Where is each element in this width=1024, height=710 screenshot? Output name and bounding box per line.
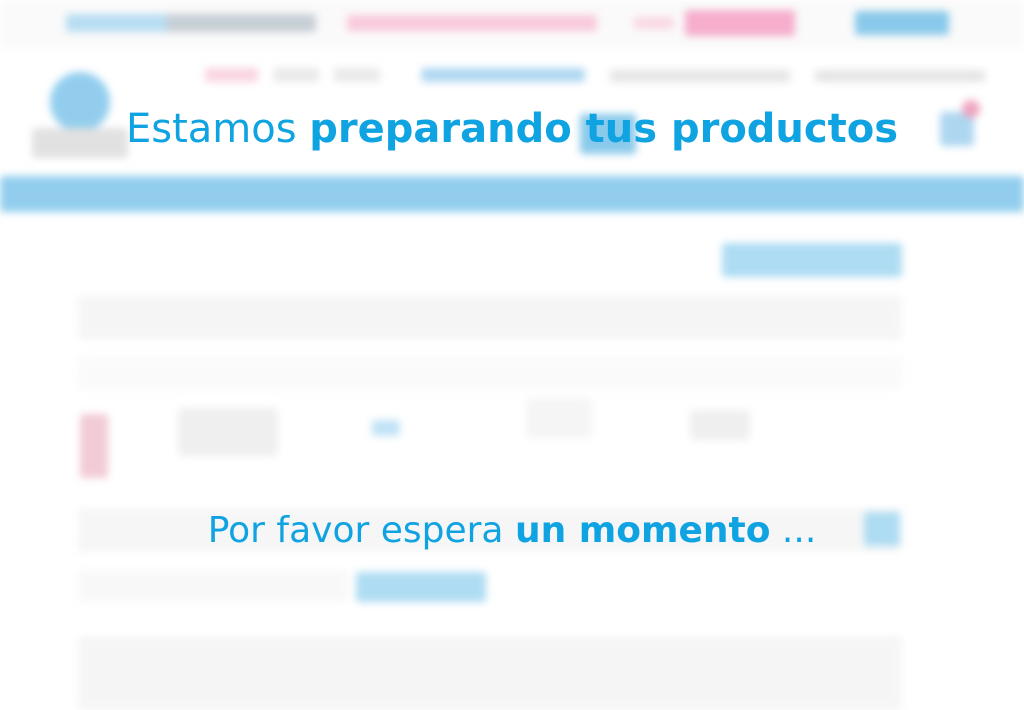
product-thumbnail [80, 414, 108, 478]
cart-section-header [78, 296, 902, 340]
loading-screen: Estamos preparando tus productos Por fav… [0, 0, 1024, 710]
apply-coupon-button [356, 572, 486, 602]
loading-subline-suffix: ... [770, 510, 817, 551]
product-price [690, 410, 750, 440]
header-contact-2 [815, 70, 985, 82]
loading-subline-regular: Por favor espera [207, 510, 515, 551]
coupon-input [78, 570, 348, 602]
quantity-stepper [526, 398, 592, 438]
top-banner-button [855, 11, 949, 35]
product-name [178, 408, 278, 456]
loading-subline-bold: un momento [514, 510, 771, 551]
cart-table-header [78, 356, 902, 390]
header-nav-links [205, 68, 585, 82]
loading-headline-bold: preparando tus productos [309, 106, 899, 152]
top-promo-text [347, 15, 597, 31]
top-banner-logo [66, 14, 316, 32]
loading-subline: Por favor espera un momento ... [0, 510, 1024, 551]
top-deal-label [634, 17, 674, 29]
loading-headline: Estamos preparando tus productos [0, 106, 1024, 152]
product-option-chip [372, 420, 400, 436]
top-deal-badge [685, 10, 795, 36]
loading-headline-regular: Estamos [125, 106, 310, 152]
header-contact-1 [610, 70, 790, 82]
main-menu-bar [0, 176, 1024, 212]
continue-button [722, 243, 902, 277]
order-totals [78, 636, 902, 710]
